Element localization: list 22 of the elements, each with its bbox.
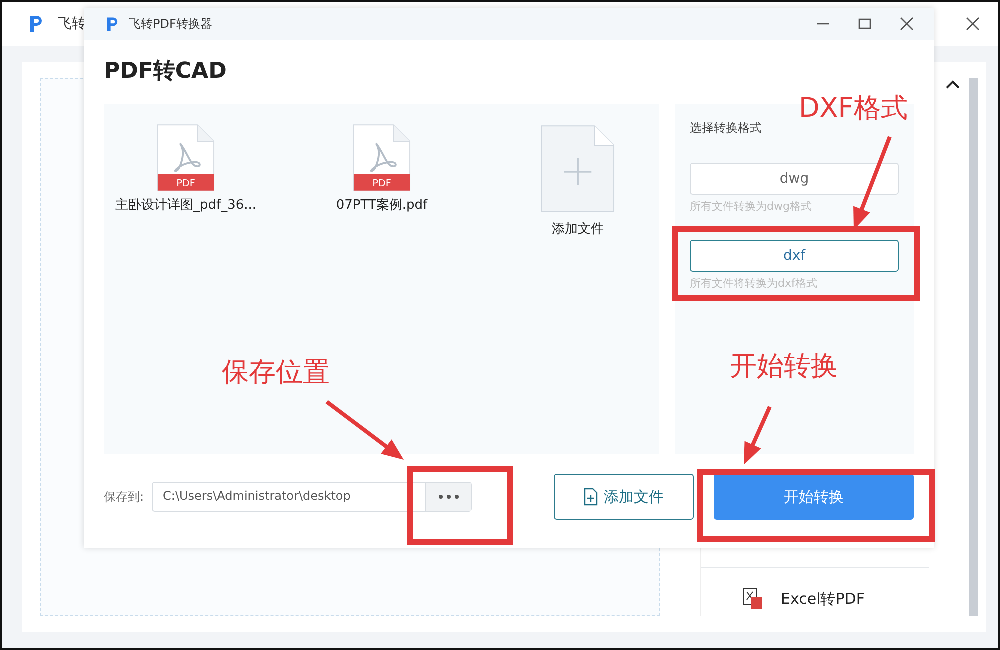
file-item[interactable]: PDF 主卧设计详图_pdf_36... [106, 124, 266, 214]
annotation-label: 保存位置 [222, 356, 330, 390]
dialog-heading: PDF转CAD [104, 58, 228, 86]
file-name: 主卧设计详图_pdf_36... [115, 197, 257, 214]
save-path-field[interactable]: C:\Users\Administrator\desktop [152, 482, 472, 512]
dialog-title: 飞转PDF转换器 [129, 16, 212, 32]
pdf-file-icon: PDF [157, 124, 215, 192]
add-file-button[interactable]: 添加文件 [554, 474, 694, 520]
annotation-label: DXF格式 [799, 92, 908, 126]
annotation-label: 开始转换 [730, 350, 838, 384]
format-hint: 所有文件将转换为dxf格式 [690, 276, 818, 291]
file-item[interactable]: PDF 07PTT案例.pdf [302, 124, 462, 214]
format-hint: 所有文件转换为dwg格式 [690, 199, 813, 214]
format-label: 选择转换格式 [690, 120, 763, 137]
add-file-tile[interactable]: 添加文件 [498, 124, 658, 238]
sidebar-item[interactable]: Excel转PDF [701, 568, 929, 610]
format-option[interactable]: dwg [690, 163, 899, 195]
pdf-file-icon: PDF [353, 124, 411, 192]
save-label: 保存到: [104, 488, 144, 506]
format-option[interactable]: dxf [690, 240, 899, 272]
file-name: 07PTT案例.pdf [336, 197, 428, 214]
window-title: 飞转 [58, 15, 86, 33]
